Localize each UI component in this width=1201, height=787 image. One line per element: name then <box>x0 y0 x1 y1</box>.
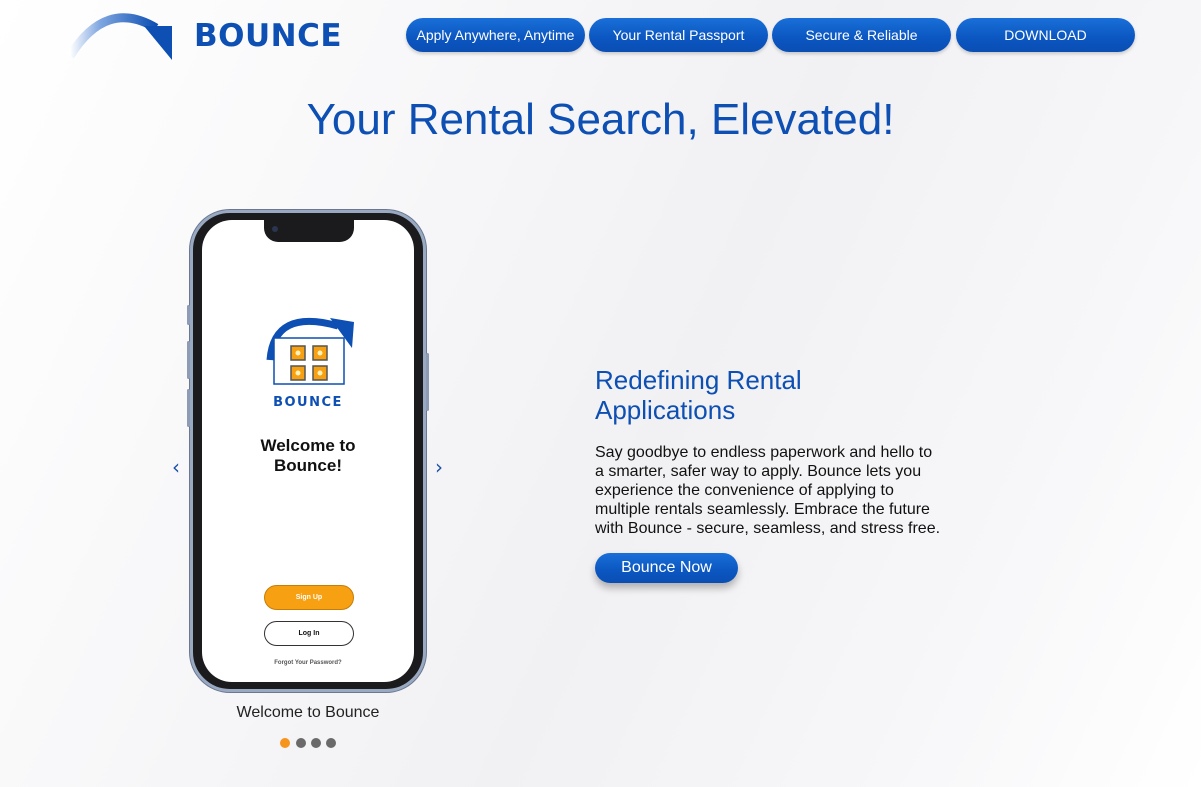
carousel-next-icon[interactable]: › <box>435 455 443 479</box>
nav-apply-anywhere-button[interactable]: Apply Anywhere, Anytime <box>406 18 585 52</box>
bounce-now-button[interactable]: Bounce Now <box>595 553 738 583</box>
carousel-dot-1[interactable] <box>280 738 290 748</box>
phone-screen: BOUNCE Welcome to Bounce! Sign Up Log In… <box>202 220 414 682</box>
phone-side-button <box>187 341 190 379</box>
carousel-dot-2[interactable] <box>296 738 306 748</box>
carousel-prev-icon[interactable]: ‹ <box>172 455 180 479</box>
app-forgot-password-link: Forgot Your Password? <box>274 660 342 666</box>
app-welcome-line1: Welcome to <box>260 436 356 455</box>
curved-arrow-icon <box>66 13 172 60</box>
carousel-dot-3[interactable] <box>311 738 321 748</box>
house-logo-icon <box>266 317 354 385</box>
app-logo-text: BOUNCE <box>273 395 343 410</box>
app-signup-button: Sign Up <box>264 585 354 610</box>
brand-name: BOUNCE <box>194 18 343 54</box>
nav-rental-passport-button[interactable]: Your Rental Passport <box>589 18 768 52</box>
camera-icon <box>272 226 278 232</box>
app-welcome-line2: Bounce! <box>274 456 342 475</box>
nav-secure-reliable-button[interactable]: Secure & Reliable <box>772 18 951 52</box>
phone-mockup: BOUNCE Welcome to Bounce! Sign Up Log In… <box>187 210 429 692</box>
feature-description: Say goodbye to endless paperwork and hel… <box>595 444 941 537</box>
app-welcome-title: Welcome to Bounce! <box>202 436 414 476</box>
brand-logo[interactable]: BOUNCE <box>66 4 342 64</box>
carousel-caption: Welcome to Bounce <box>236 704 380 721</box>
hero-headline: Your Rental Search, Elevated! <box>306 95 895 144</box>
feature-title: Redefining Rental Applications <box>595 365 802 425</box>
phone-side-button <box>187 389 190 427</box>
app-login-button: Log In <box>264 621 354 646</box>
carousel-dot-4[interactable] <box>326 738 336 748</box>
phone-side-button <box>187 305 190 325</box>
nav-download-button[interactable]: DOWNLOAD <box>956 18 1135 52</box>
phone-notch <box>264 220 354 242</box>
phone-side-button <box>426 353 429 411</box>
